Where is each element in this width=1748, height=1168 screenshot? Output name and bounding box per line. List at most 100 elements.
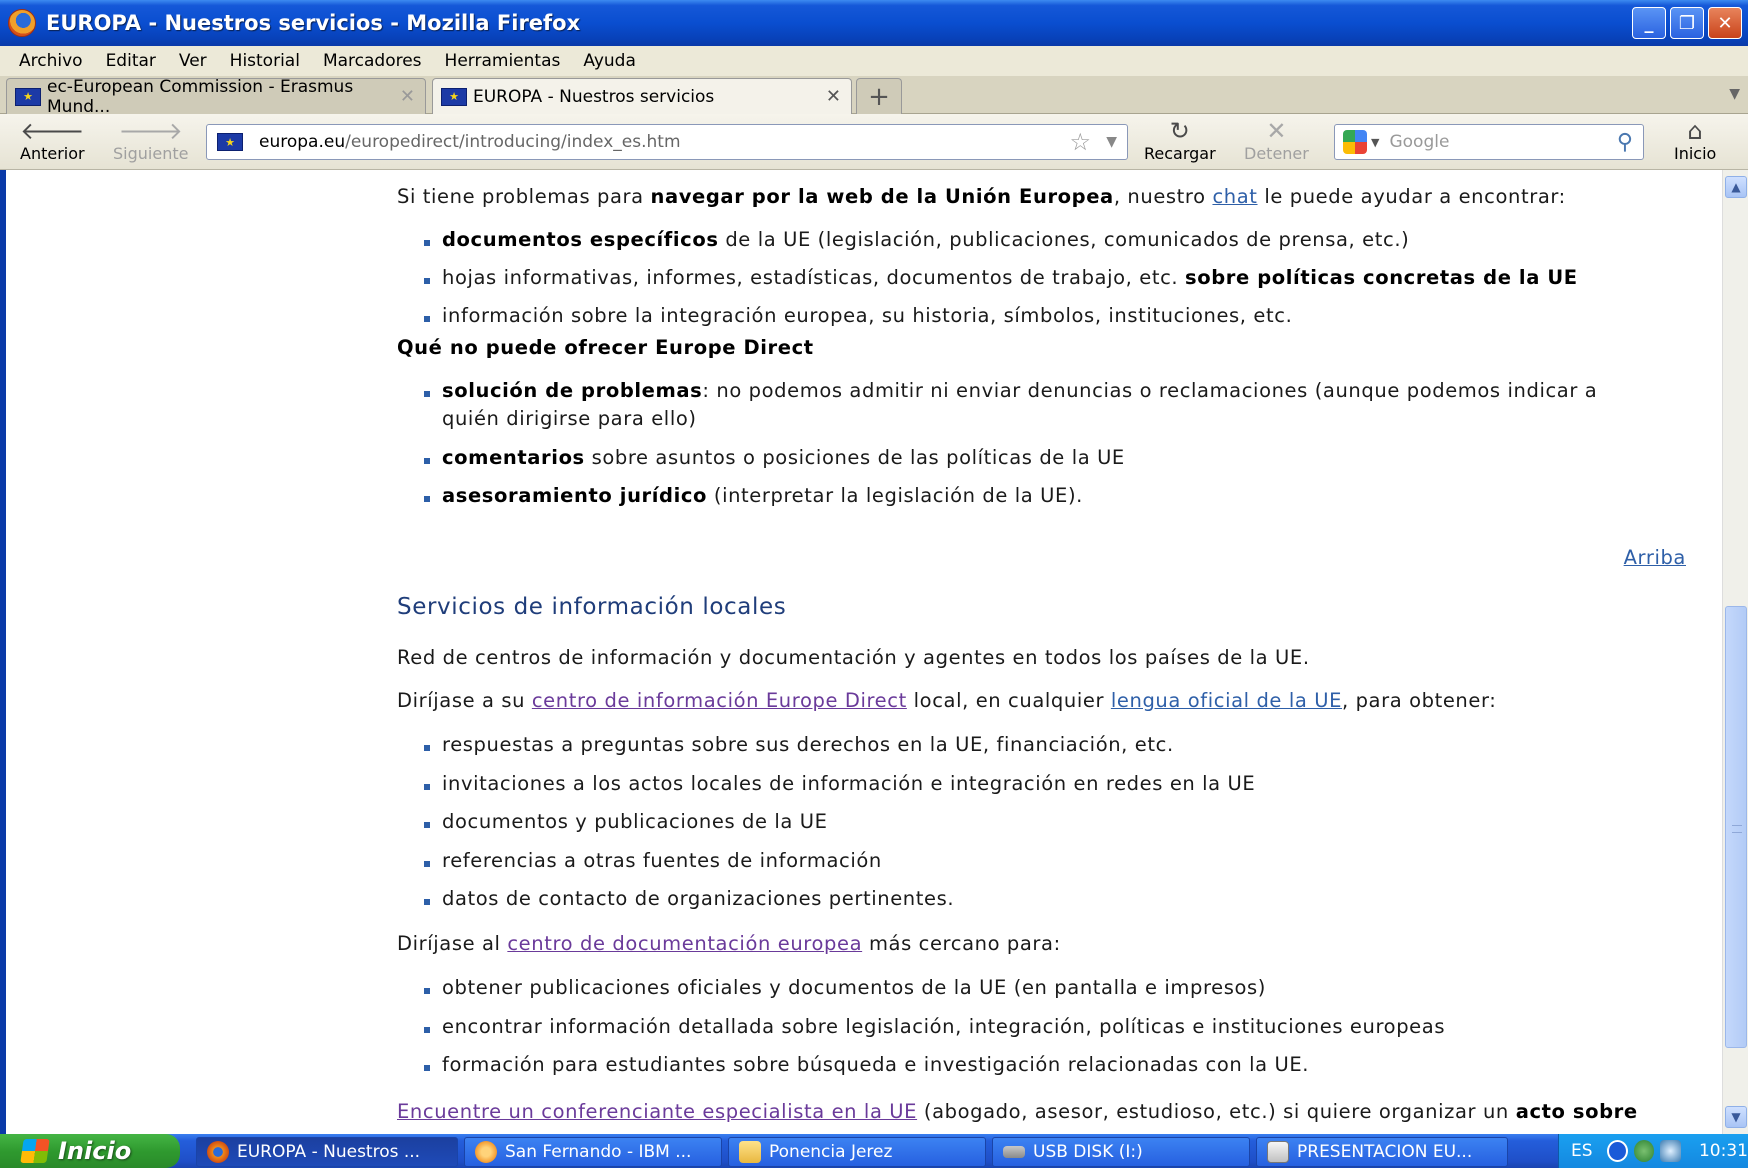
tray-arrow-icon[interactable] (1606, 1140, 1628, 1162)
list-item: solución de problemas: no podemos admiti… (391, 377, 1631, 433)
google-icon[interactable] (1343, 130, 1367, 154)
url-bar[interactable]: ★ europa.eu/europedirect/introducing/ind… (206, 124, 1128, 160)
taskbar-item-presentacion[interactable]: PRESENTACION EU... (1256, 1137, 1508, 1167)
scrollbar-thumb[interactable] (1725, 606, 1747, 1048)
section-title: Servicios de información locales (397, 594, 787, 620)
new-tab-button[interactable]: + (856, 78, 902, 114)
forward-arrow-icon: 🡒 (118, 117, 183, 145)
scroll-up-button[interactable]: ▲ (1725, 176, 1747, 198)
taskbar-item-san-fernando[interactable]: San Fernando - IBM ... (464, 1137, 722, 1167)
documentation-centre-link[interactable]: centro de documentación europea (507, 932, 862, 955)
firefox-logo-icon (8, 9, 36, 37)
home-button[interactable]: ⌂ Inicio (1674, 118, 1716, 163)
find-speaker-link[interactable]: Encuentre un conferenciante especialista… (397, 1100, 917, 1123)
minimize-button[interactable]: _ (1632, 7, 1666, 39)
start-button[interactable]: Inicio (0, 1134, 180, 1168)
search-icon[interactable]: ⚲ (1617, 130, 1633, 155)
image-viewer-icon (1267, 1141, 1289, 1163)
obtain-list: respuestas a preguntas sobre sus derecho… (391, 731, 1681, 924)
tab-bar: ★ ec-European Commission - Erasmus Mund.… (0, 76, 1748, 117)
europe-direct-centre-link[interactable]: centro de información Europe Direct (532, 689, 907, 712)
folder-icon (739, 1141, 761, 1163)
search-engine-dropdown-icon[interactable]: ▼ (1371, 136, 1379, 149)
scroll-down-button[interactable]: ▼ (1725, 1106, 1747, 1128)
reload-button[interactable]: ↻ Recargar (1144, 118, 1216, 163)
system-tray: ES 10:31 (1558, 1134, 1748, 1168)
back-to-top-link[interactable]: Arriba (1624, 546, 1686, 569)
menu-editar[interactable]: Editar (106, 51, 156, 71)
close-tab-icon[interactable]: ✕ (400, 86, 415, 107)
documentation-list: obtener publicaciones oficiales y docume… (391, 974, 1681, 1090)
tray-network-icon[interactable] (1633, 1140, 1655, 1162)
drive-icon (1003, 1146, 1025, 1158)
contact-paragraph: Diríjase a su centro de información Euro… (397, 689, 1497, 712)
menu-archivo[interactable]: Archivo (19, 51, 83, 71)
menu-ver[interactable]: Ver (179, 51, 207, 71)
eu-flag-icon: ★ (441, 87, 467, 106)
vertical-scrollbar[interactable]: ▲ ▼ (1722, 170, 1748, 1134)
tab-label: EUROPA - Nuestros servicios (473, 86, 715, 107)
restore-button[interactable]: ❐ (1670, 7, 1704, 39)
speaker-paragraph: Encuentre un conferenciante especialista… (397, 1100, 1638, 1123)
taskbar-item-usb-disk[interactable]: USB DISK (I:) (992, 1137, 1250, 1167)
list-item: encontrar información detallada sobre le… (391, 1013, 1681, 1052)
tab-label: ec-European Commission - Erasmus Mund... (47, 76, 354, 117)
tab-europa[interactable]: ★ EUROPA - Nuestros servicios ✕ (432, 78, 852, 114)
stop-button[interactable]: ✕ Detener (1244, 118, 1309, 163)
list-item: datos de contacto de organizaciones pert… (391, 885, 1681, 924)
back-button[interactable]: 🡐 Anterior (20, 118, 85, 163)
intro-paragraph: Si tiene problemas para navegar por la w… (397, 185, 1566, 208)
clock: 10:31 (1698, 1141, 1748, 1161)
list-item: asesoramiento jurídico (interpretar la l… (391, 482, 1631, 520)
menu-bar: Archivo Editar Ver Historial Marcadores … (0, 46, 1748, 76)
menu-historial[interactable]: Historial (230, 51, 300, 71)
official-language-link[interactable]: lengua oficial de la UE (1111, 689, 1342, 712)
list-item: respuestas a preguntas sobre sus derecho… (391, 731, 1681, 770)
find-list: documentos específicos de la UE (legisla… (391, 226, 1681, 340)
menu-ayuda[interactable]: Ayuda (583, 51, 636, 71)
browser-icon (475, 1141, 497, 1163)
taskbar: Inicio EUROPA - Nuestros ... San Fernand… (0, 1134, 1748, 1168)
close-window-button[interactable]: ✕ (1708, 7, 1742, 39)
home-icon: ⌂ (1687, 117, 1703, 145)
url-dropdown-icon[interactable]: ▼ (1106, 134, 1117, 150)
title-bar: EUROPA - Nuestros servicios - Mozilla Fi… (0, 0, 1748, 46)
chat-link[interactable]: chat (1212, 185, 1257, 208)
navigation-toolbar: 🡐 Anterior 🡒 Siguiente ★ europa.eu/europ… (0, 114, 1748, 170)
list-item: comentarios sobre asuntos o posiciones d… (391, 444, 1631, 482)
menu-marcadores[interactable]: Marcadores (323, 51, 422, 71)
tab-erasmus[interactable]: ★ ec-European Commission - Erasmus Mund.… (6, 76, 426, 117)
list-item: hojas informativas, informes, estadístic… (391, 264, 1681, 302)
list-item: obtener publicaciones oficiales y docume… (391, 974, 1681, 1013)
window-title: EUROPA - Nuestros servicios - Mozilla Fi… (46, 11, 581, 35)
forward-button[interactable]: 🡒 Siguiente (113, 118, 188, 163)
language-indicator[interactable]: ES (1571, 1141, 1593, 1161)
documentation-paragraph: Diríjase al centro de documentación euro… (397, 932, 1061, 955)
taskbar-item-ponencia[interactable]: Ponencia Jerez (728, 1137, 986, 1167)
no-offer-heading: Qué no puede ofrecer Europe Direct (397, 336, 814, 359)
eu-flag-icon: ★ (15, 87, 41, 106)
menu-herramientas[interactable]: Herramientas (445, 51, 561, 71)
windows-logo-icon (20, 1139, 50, 1163)
list-all-tabs-icon[interactable]: ▼ (1729, 86, 1740, 102)
tray-antivirus-icon[interactable] (1660, 1140, 1681, 1162)
taskbar-item-firefox[interactable]: EUROPA - Nuestros ... (196, 1137, 458, 1167)
no-offer-list: solución de problemas: no podemos admiti… (391, 377, 1631, 520)
list-item: documentos específicos de la UE (legisla… (391, 226, 1681, 264)
list-item: información sobre la integración europea… (391, 302, 1681, 340)
search-placeholder: Google (1389, 132, 1450, 152)
url-path: /europedirect/introducing/index_es.htm (345, 132, 681, 152)
list-item: referencias a otras fuentes de informaci… (391, 847, 1681, 886)
url-host: europa.eu (259, 132, 346, 152)
bookmark-star-icon[interactable]: ☆ (1069, 128, 1091, 156)
back-arrow-icon: 🡐 (20, 117, 85, 145)
section-intro: Red de centros de información y document… (397, 646, 1310, 669)
stop-icon: ✕ (1266, 117, 1287, 145)
close-tab-icon[interactable]: ✕ (826, 86, 841, 107)
search-bar[interactable]: ▼ Google ⚲ (1334, 124, 1644, 160)
reload-icon: ↻ (1169, 117, 1190, 145)
page-content: Si tiene problemas para navegar por la w… (6, 170, 1722, 1134)
list-item: invitaciones a los actos locales de info… (391, 770, 1681, 809)
site-identity-icon[interactable]: ★ (217, 133, 243, 151)
list-item: documentos y publicaciones de la UE (391, 808, 1681, 847)
